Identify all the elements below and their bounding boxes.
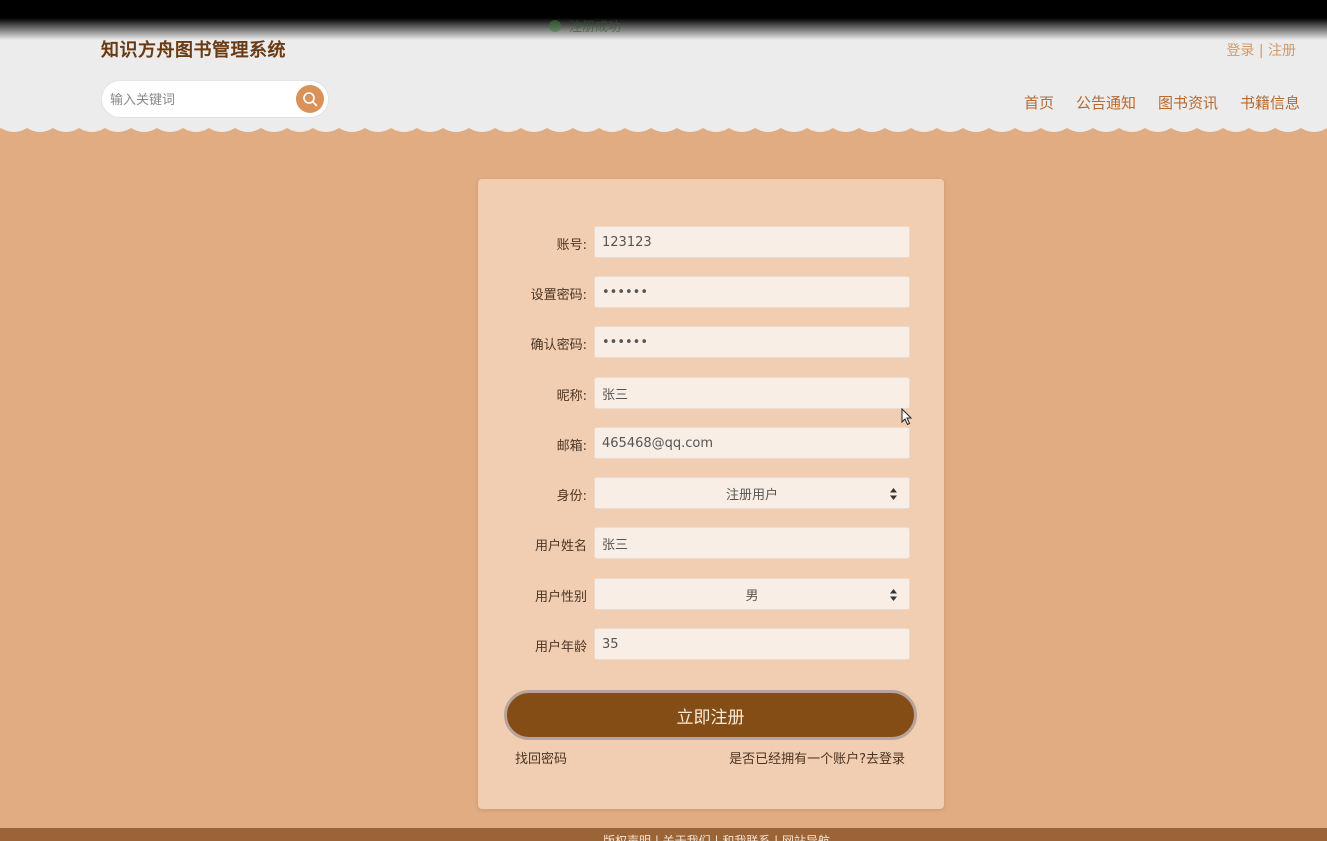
register-submit-button[interactable]: 立即注册 bbox=[504, 690, 917, 740]
search-icon bbox=[303, 92, 318, 107]
main-nav: 首页 公告通知 图书资讯 书籍信息 bbox=[1024, 92, 1300, 113]
role-select-value: 注册用户 bbox=[725, 487, 778, 503]
field-label: 用户性别 bbox=[534, 590, 587, 605]
field-label: 设置密码: bbox=[530, 288, 587, 303]
confirm-password-input[interactable] bbox=[594, 326, 910, 358]
field-row-real-name: 用户姓名 bbox=[478, 527, 944, 559]
nav-item-book-news[interactable]: 图书资讯 bbox=[1158, 92, 1218, 113]
field-row-account: 账号: bbox=[478, 226, 944, 258]
field-row-password: 设置密码: bbox=[478, 276, 944, 308]
field-label: 确认密码: bbox=[530, 338, 587, 353]
select-arrows-icon bbox=[890, 589, 897, 601]
field-row-age: 用户年龄 bbox=[478, 628, 944, 660]
role-select[interactable]: 注册用户 bbox=[594, 477, 910, 509]
select-arrows-icon bbox=[890, 488, 897, 500]
nickname-input[interactable] bbox=[594, 377, 910, 409]
field-label: 昵称: bbox=[556, 389, 587, 404]
age-input[interactable] bbox=[594, 628, 910, 660]
footer: 版权声明 | 关于我们 | 和我联系 | 网站导航 bbox=[0, 828, 1327, 841]
have-account-prefix: 是否已经拥有一个账户? bbox=[729, 752, 866, 767]
gender-select-value: 男 bbox=[745, 588, 759, 604]
nav-item-home[interactable]: 首页 bbox=[1024, 92, 1054, 113]
success-toast: 注册成功 bbox=[549, 16, 621, 35]
auth-separator: | bbox=[1254, 43, 1268, 59]
field-label: 账号: bbox=[556, 238, 587, 253]
search-button[interactable] bbox=[296, 85, 324, 113]
register-form: 账号: 设置密码: 确认密码: 昵称: 邮箱: 身份: 注册用户 用户姓名 用户… bbox=[478, 179, 944, 809]
field-row-confirm-password: 确认密码: bbox=[478, 326, 944, 358]
field-row-nickname: 昵称: bbox=[478, 377, 944, 409]
real-name-input[interactable] bbox=[594, 527, 910, 559]
login-link[interactable]: 登录 bbox=[1226, 43, 1254, 59]
field-label: 用户年龄 bbox=[534, 640, 587, 655]
have-account-text: 是否已经拥有一个账户?去登录 bbox=[729, 748, 905, 767]
register-link[interactable]: 注册 bbox=[1268, 43, 1296, 59]
field-row-gender: 用户性别 男 bbox=[478, 578, 944, 610]
search-input[interactable] bbox=[110, 89, 290, 111]
nav-item-notices[interactable]: 公告通知 bbox=[1076, 92, 1136, 113]
footer-links[interactable]: 版权声明 | 关于我们 | 和我联系 | 网站导航 bbox=[603, 832, 830, 841]
account-input[interactable] bbox=[594, 226, 910, 258]
field-label: 邮箱: bbox=[556, 439, 587, 454]
auth-links: 登录 | 注册 bbox=[1226, 40, 1296, 60]
search-box bbox=[101, 80, 329, 118]
forgot-password-link[interactable]: 找回密码 bbox=[515, 748, 567, 767]
success-icon bbox=[549, 19, 561, 32]
password-input[interactable] bbox=[594, 276, 910, 308]
toast-text: 注册成功 bbox=[569, 20, 622, 35]
mouse-cursor-icon bbox=[901, 408, 913, 426]
brand-title: 知识方舟图书管理系统 bbox=[101, 40, 286, 61]
field-row-email: 邮箱: bbox=[478, 427, 944, 459]
header-wave-border bbox=[0, 124, 1327, 132]
gender-select[interactable]: 男 bbox=[594, 578, 910, 610]
email-input[interactable] bbox=[594, 427, 910, 459]
field-row-role: 身份: 注册用户 bbox=[478, 477, 944, 509]
go-login-link[interactable]: 去登录 bbox=[866, 752, 905, 767]
field-label: 身份: bbox=[556, 489, 587, 504]
header: 知识方舟图书管理系统 登录 | 注册 首页 公告通知 图书资讯 书籍信息 bbox=[0, 0, 1327, 128]
nav-item-book-info[interactable]: 书籍信息 bbox=[1240, 92, 1300, 113]
field-label: 用户姓名 bbox=[534, 539, 587, 554]
